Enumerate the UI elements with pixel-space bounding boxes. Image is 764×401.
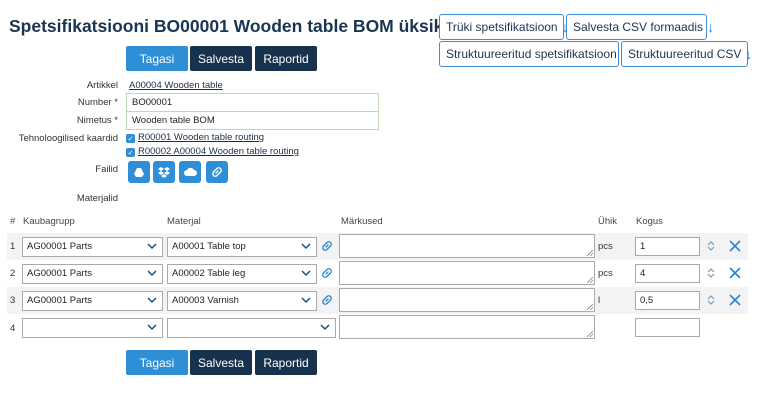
routing-checkbox-1[interactable]: ✓ xyxy=(126,134,135,143)
row-number: 3 xyxy=(10,295,16,306)
notes-textarea[interactable] xyxy=(339,288,595,312)
link-icon[interactable] xyxy=(321,294,333,306)
structured-spec-label: Struktuureeritud spetsifikatsioon xyxy=(446,47,617,61)
material-select[interactable] xyxy=(167,318,336,338)
delete-row-icon[interactable] xyxy=(729,240,741,252)
group-select[interactable]: AG00001 Parts xyxy=(22,291,163,311)
cloud-icon xyxy=(183,167,197,176)
chevron-down-icon xyxy=(147,270,157,277)
link-icon[interactable] xyxy=(321,240,333,252)
resize-grip-icon xyxy=(587,250,593,256)
number-label: Number * xyxy=(77,97,118,108)
onedrive-button[interactable] xyxy=(179,161,201,183)
link-icon xyxy=(212,167,222,177)
unit-value: pcs xyxy=(598,241,613,252)
material-select[interactable]: A00002 Table leg xyxy=(167,264,317,284)
col-header-material: Materjal xyxy=(167,216,201,227)
group-select[interactable]: AG00001 Parts xyxy=(22,237,163,257)
resize-grip-icon xyxy=(587,304,593,310)
number-field[interactable]: BO00001 xyxy=(126,93,379,112)
quantity-input[interactable]: 4 xyxy=(635,264,700,283)
resize-grip-icon xyxy=(587,331,593,337)
chevron-down-icon xyxy=(147,324,157,331)
notes-textarea[interactable] xyxy=(339,261,595,285)
article-link[interactable]: A00004 Wooden table xyxy=(129,80,223,91)
stepper-icon[interactable] xyxy=(707,294,715,306)
material-value: A00003 Varnish xyxy=(172,295,239,306)
arrow-down-icon: ↓ xyxy=(707,19,715,35)
chevron-down-icon xyxy=(301,243,311,250)
group-value: AG00001 Parts xyxy=(27,295,92,306)
row-number: 2 xyxy=(10,268,16,279)
quantity-input[interactable] xyxy=(635,318,700,337)
material-value: A00002 Table leg xyxy=(172,268,246,279)
name-field[interactable]: Wooden table BOM xyxy=(126,111,379,130)
page-title: Spetsifikatsiooni BO00001 Wooden table B… xyxy=(9,16,489,36)
files-label: Failid xyxy=(95,164,118,175)
google-drive-icon xyxy=(134,168,144,177)
group-select[interactable] xyxy=(22,318,163,338)
dropbox-icon xyxy=(158,167,170,178)
unit-value: pcs xyxy=(598,268,613,279)
chevron-down-icon xyxy=(147,243,157,250)
article-label: Artikkel xyxy=(86,80,118,91)
save-csv-label: Salvesta CSV formaadis xyxy=(573,20,704,34)
chevron-down-icon xyxy=(301,270,311,277)
col-header-group: Kaubagrupp xyxy=(23,216,75,227)
quantity-input[interactable]: 0,5 xyxy=(635,291,700,310)
google-drive-button[interactable] xyxy=(128,161,150,183)
chevron-down-icon xyxy=(301,297,311,304)
link-file-button[interactable] xyxy=(206,161,228,183)
reports-button[interactable]: Raportid xyxy=(255,46,317,71)
name-label: Nimetus * xyxy=(76,115,118,126)
col-header-notes: Märkused xyxy=(341,216,383,227)
structured-csv-button[interactable]: Struktuureeritud CSV ↓ xyxy=(621,41,752,67)
stepper-icon[interactable] xyxy=(707,240,715,252)
routing-checkbox-2[interactable]: ✓ xyxy=(126,148,135,157)
unit-value: l xyxy=(598,295,601,306)
col-header-unit: Ühik xyxy=(598,216,618,227)
resize-grip-icon xyxy=(587,277,593,283)
print-spec-label: Trüki spetsifikatsioon xyxy=(446,20,558,34)
back-button[interactable]: Tagasi xyxy=(126,350,188,375)
back-button[interactable]: Tagasi xyxy=(126,46,188,71)
col-header-qty: Kogus xyxy=(636,216,663,227)
structured-csv-label: Struktuureeritud CSV xyxy=(628,47,742,61)
reports-button[interactable]: Raportid xyxy=(255,350,317,375)
row-number: 1 xyxy=(10,241,16,252)
routing-link-1[interactable]: R00001 Wooden table routing xyxy=(138,132,264,143)
save-csv-button[interactable]: Salvesta CSV formaadis ↓ xyxy=(566,14,714,40)
link-icon[interactable] xyxy=(321,267,333,279)
save-button[interactable]: Salvesta xyxy=(190,350,252,375)
chevron-down-icon xyxy=(320,324,330,331)
notes-textarea[interactable] xyxy=(339,234,595,258)
col-header-num: # xyxy=(10,216,16,227)
structured-spec-button[interactable]: Struktuureeritud spetsifikatsioon↓ xyxy=(439,41,628,67)
stepper-icon[interactable] xyxy=(707,267,715,279)
material-select[interactable]: A00003 Varnish xyxy=(167,291,317,311)
dropbox-button[interactable] xyxy=(153,161,175,183)
group-select[interactable]: AG00001 Parts xyxy=(22,264,163,284)
save-button[interactable]: Salvesta xyxy=(190,46,252,71)
group-value: AG00001 Parts xyxy=(27,241,92,252)
routing-link-2[interactable]: R00002 A00004 Wooden table routing xyxy=(138,146,299,157)
arrow-down-icon: ↓ xyxy=(745,46,753,62)
quantity-input[interactable]: 1 xyxy=(635,237,700,256)
delete-row-icon[interactable] xyxy=(729,267,741,279)
row-number: 4 xyxy=(10,323,16,334)
material-value: A00001 Table top xyxy=(172,241,246,252)
notes-textarea[interactable] xyxy=(339,315,595,339)
print-spec-button[interactable]: Trüki spetsifikatsioon↓ xyxy=(439,14,569,40)
materials-label: Materjalid xyxy=(76,193,118,204)
group-value: AG00001 Parts xyxy=(27,268,92,279)
delete-row-icon[interactable] xyxy=(729,294,741,306)
material-select[interactable]: A00001 Table top xyxy=(167,237,317,257)
routing-label: Tehnoloogilised kaardid xyxy=(18,133,118,144)
chevron-down-icon xyxy=(147,297,157,304)
